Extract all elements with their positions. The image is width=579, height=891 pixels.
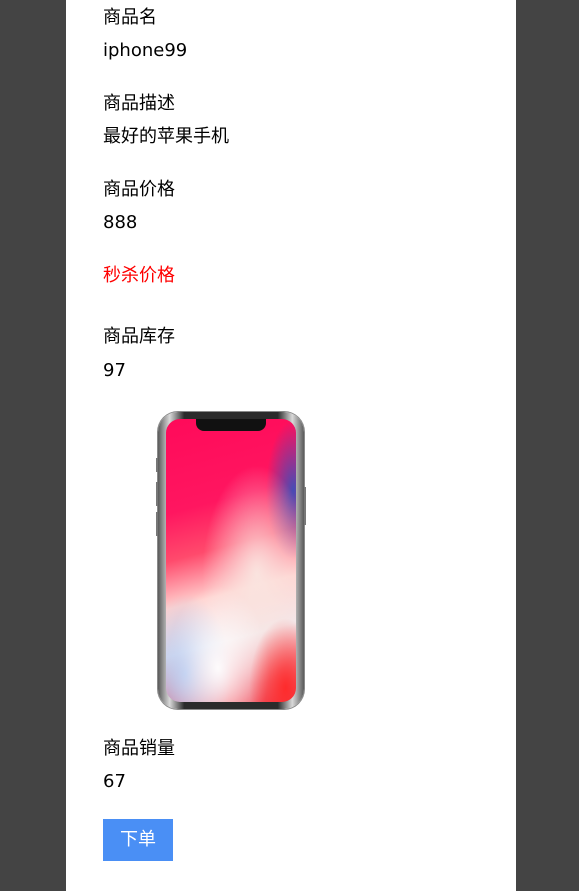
product-description-value: 最好的苹果手机 bbox=[103, 126, 229, 147]
product-description-label: 商品描述 bbox=[103, 93, 175, 114]
product-stock-label: 商品库存 bbox=[103, 326, 175, 347]
phone-volume-up bbox=[156, 482, 158, 506]
product-name-value: iphone99 bbox=[103, 40, 188, 61]
product-stock-value: 97 bbox=[103, 360, 126, 381]
phone-notch bbox=[196, 419, 266, 431]
place-order-button[interactable]: 下单 bbox=[103, 819, 173, 861]
product-image bbox=[156, 412, 306, 709]
phone-screen bbox=[166, 419, 296, 702]
seckill-price-label: 秒杀价格 bbox=[103, 265, 175, 286]
phone-volume-down bbox=[156, 512, 158, 536]
product-price-label: 商品价格 bbox=[103, 179, 175, 200]
product-name-label: 商品名 bbox=[103, 7, 157, 28]
phone-mute-switch bbox=[156, 458, 158, 472]
product-detail-panel: 商品名 iphone99 商品描述 最好的苹果手机 商品价格 888 秒杀价格 … bbox=[66, 0, 516, 891]
product-sales-label: 商品销量 bbox=[103, 738, 175, 759]
product-price-value: 888 bbox=[103, 212, 138, 233]
product-sales-value: 67 bbox=[103, 771, 126, 792]
phone-power-button bbox=[304, 487, 306, 525]
